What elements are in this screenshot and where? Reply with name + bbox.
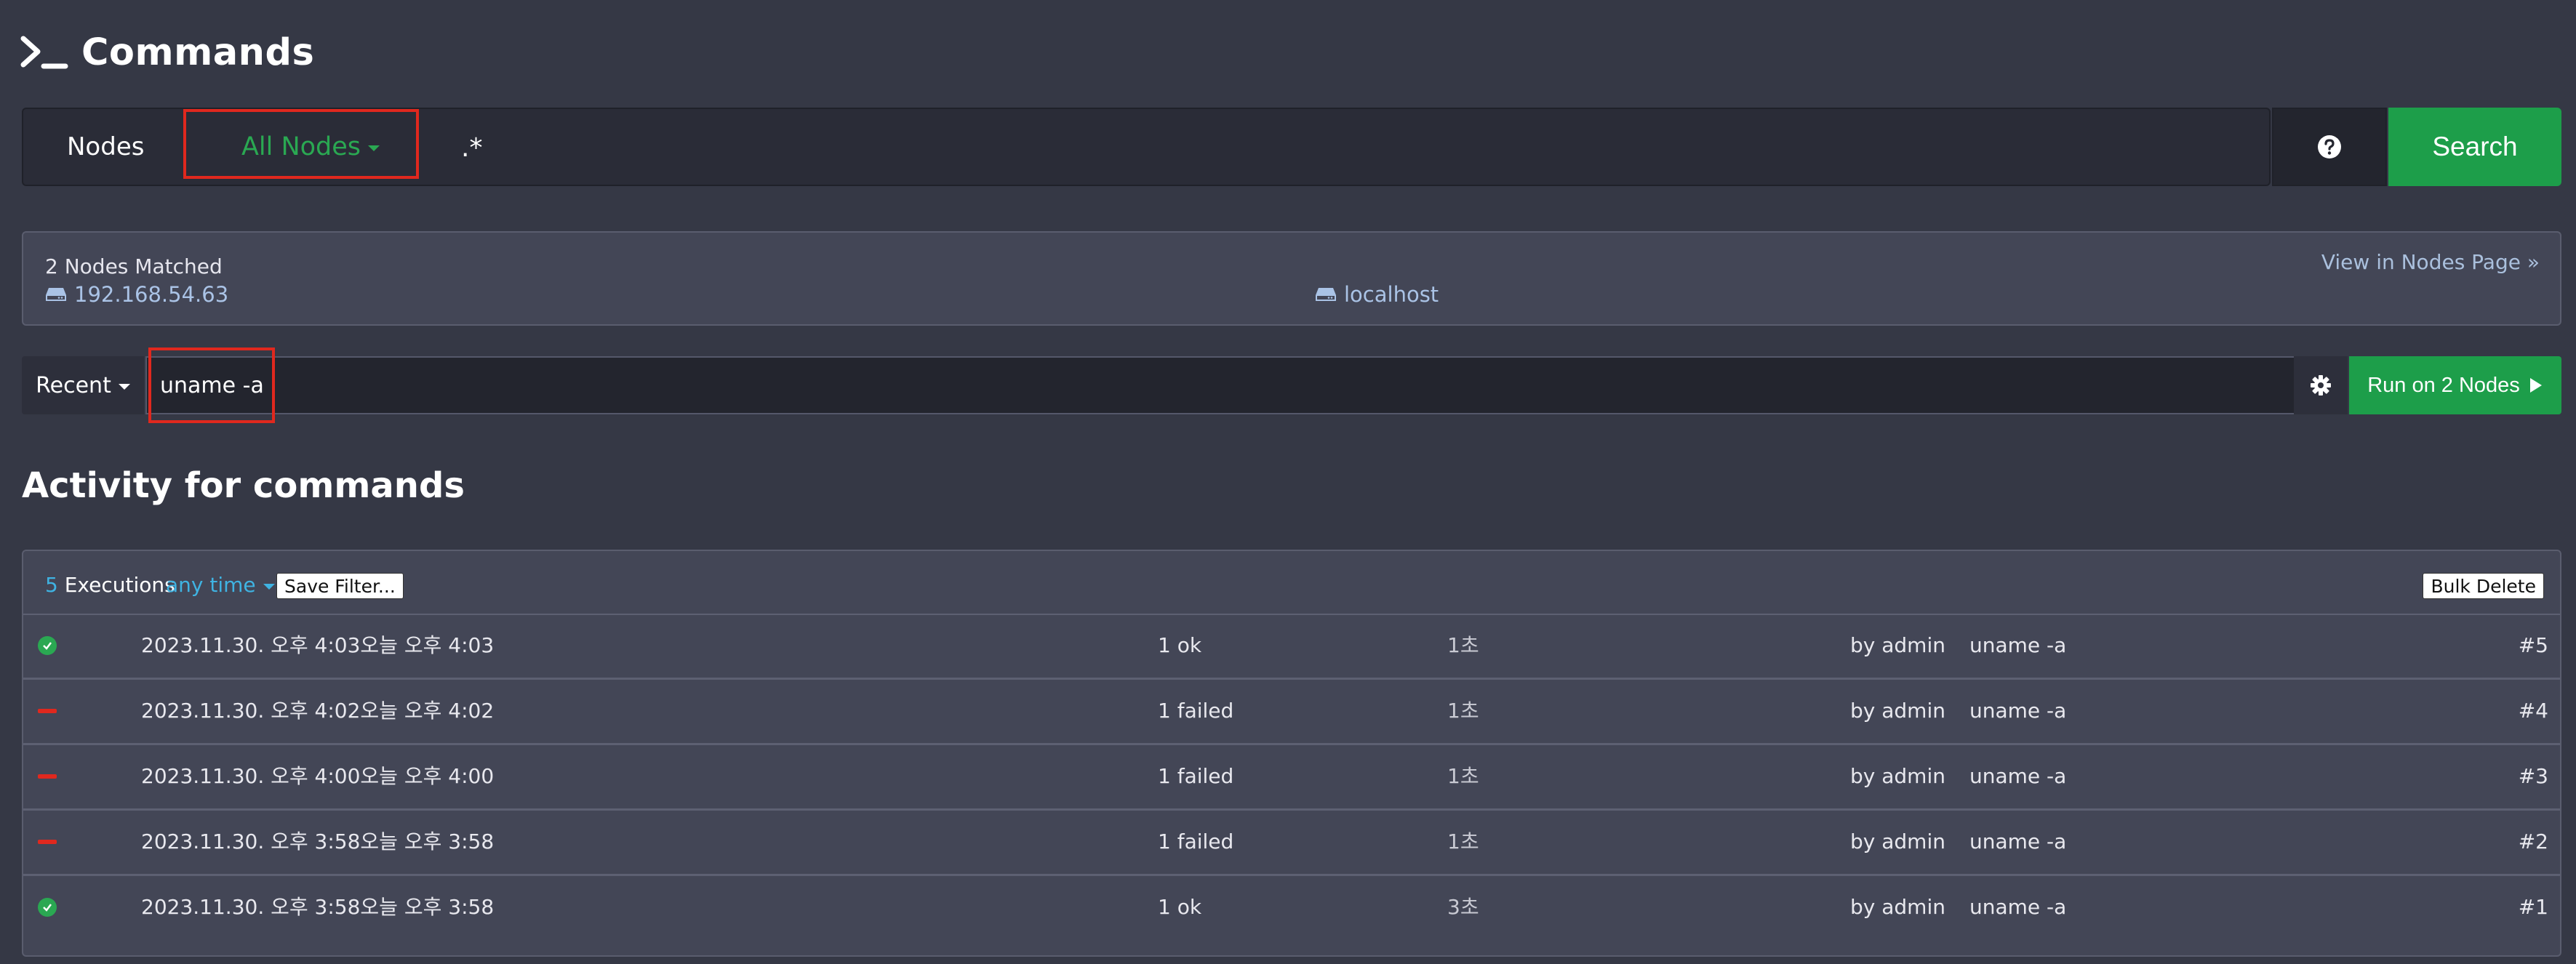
execution-row[interactable]: 2023.11.30. 오후 4:02오늘 오후 4:02 1 failed 1… (23, 679, 2560, 745)
minus-icon (38, 774, 57, 779)
settings-button[interactable] (2294, 356, 2348, 414)
execution-date: 2023.11.30. 오후 4:00오늘 오후 4:00 (141, 764, 495, 788)
save-filter-button[interactable]: Save Filter... (276, 573, 404, 599)
execution-duration: 3초 (1447, 895, 1479, 919)
execution-result: 1 failed (1158, 699, 1234, 723)
server-icon (1316, 288, 1336, 301)
status-icon (38, 744, 58, 808)
caret-down-icon (368, 145, 380, 151)
caret-down-icon (263, 583, 275, 590)
node-link-192-168-54-63[interactable]: 192.168.54.63 (45, 282, 228, 307)
check-circle-icon (38, 636, 57, 655)
execution-result: 1 failed (1158, 764, 1234, 788)
execution-date: 2023.11.30. 오후 4:02오늘 오후 4:02 (141, 699, 495, 723)
node-filter-input[interactable] (460, 124, 2244, 172)
execution-id[interactable]: #5 (2519, 614, 2548, 678)
executions-count-number: 5 (45, 573, 58, 597)
play-icon (2529, 378, 2542, 393)
execution-command: uname -a (1969, 633, 2067, 657)
execution-row[interactable]: 2023.11.30. 오후 4:00오늘 오후 4:00 1 failed 1… (23, 744, 2560, 811)
node-filter-bar: Nodes All Nodes (22, 108, 2271, 186)
execution-id[interactable]: #2 (2519, 810, 2548, 874)
help-button[interactable] (2272, 108, 2387, 186)
execution-date: 2023.11.30. 오후 4:03오늘 오후 4:03 (141, 633, 495, 657)
bulk-delete-button[interactable]: Bulk Delete (2423, 573, 2544, 599)
time-filter-dropdown[interactable]: any time (166, 573, 275, 597)
execution-duration: 1초 (1447, 633, 1479, 657)
execution-user: by admin (1850, 633, 1945, 657)
check-circle-icon (38, 898, 57, 917)
execution-command: uname -a (1969, 895, 2067, 919)
run-button-label: Run on 2 Nodes (2367, 373, 2520, 397)
execution-id[interactable]: #1 (2519, 875, 2548, 939)
execution-command: uname -a (1969, 764, 2067, 788)
status-icon (38, 875, 58, 939)
recent-dropdown[interactable]: Recent (22, 356, 144, 414)
gear-icon (2311, 375, 2331, 395)
execution-result: 1 failed (1158, 830, 1234, 853)
time-filter-label: any time (166, 573, 256, 597)
activity-panel: 5 Executions any time Save Filter... Bul… (22, 550, 2561, 957)
node-name: 192.168.54.63 (74, 282, 229, 307)
execution-duration: 1초 (1447, 764, 1479, 788)
execution-user: by admin (1850, 895, 1945, 919)
execution-user: by admin (1850, 764, 1945, 788)
recent-label: Recent (36, 372, 111, 398)
execution-duration: 1초 (1447, 830, 1479, 853)
execution-id[interactable]: #3 (2519, 744, 2548, 808)
matched-count: 2 Nodes Matched (45, 254, 223, 278)
execution-user: by admin (1850, 830, 1945, 853)
caret-down-icon (118, 384, 130, 390)
server-icon (46, 288, 66, 301)
execution-date: 2023.11.30. 오후 3:58오늘 오후 3:58 (141, 895, 495, 919)
search-button[interactable]: Search (2388, 108, 2561, 186)
page-title-text: Commands (81, 31, 315, 74)
minus-icon (38, 840, 57, 844)
run-button[interactable]: Run on 2 Nodes (2349, 356, 2561, 414)
executions-label: Executions (64, 573, 175, 597)
node-link-localhost[interactable]: localhost (1315, 282, 1439, 307)
execution-result: 1 ok (1158, 895, 1202, 919)
minus-icon (38, 709, 57, 713)
execution-user: by admin (1850, 699, 1945, 723)
status-icon (38, 679, 58, 743)
execution-command: uname -a (1969, 830, 2067, 853)
question-circle-icon (2318, 135, 2341, 158)
execution-row[interactable]: 2023.11.30. 오후 3:58오늘 오후 3:58 1 failed 1… (23, 810, 2560, 876)
view-in-nodes-page-link[interactable]: View in Nodes Page » (2321, 250, 2540, 274)
execution-command: uname -a (1969, 699, 2067, 723)
status-icon (38, 614, 58, 678)
execution-row[interactable]: 2023.11.30. 오후 4:03오늘 오후 4:03 1 ok 1초 by… (23, 614, 2560, 680)
page-title: Commands (20, 22, 314, 83)
execution-row[interactable]: 2023.11.30. 오후 3:58오늘 오후 3:58 1 ok 3초 by… (23, 875, 2560, 939)
command-input[interactable] (145, 356, 2294, 414)
nodes-label: Nodes (67, 132, 145, 161)
all-nodes-dropdown[interactable]: All Nodes (188, 109, 433, 185)
terminal-prompt-icon (20, 36, 68, 69)
activity-heading: Activity for commands (22, 465, 465, 506)
matched-nodes-panel: 2 Nodes Matched View in Nodes Page » 192… (22, 231, 2561, 326)
execution-duration: 1초 (1447, 699, 1479, 723)
executions-count: 5 Executions (45, 573, 175, 597)
status-icon (38, 810, 58, 874)
activity-toolbar: 5 Executions any time Save Filter... Bul… (23, 551, 2560, 615)
execution-id[interactable]: #4 (2519, 679, 2548, 743)
all-nodes-label: All Nodes (241, 132, 361, 161)
node-name: localhost (1344, 282, 1439, 307)
execution-result: 1 ok (1158, 633, 1202, 657)
execution-date: 2023.11.30. 오후 3:58오늘 오후 3:58 (141, 830, 495, 853)
